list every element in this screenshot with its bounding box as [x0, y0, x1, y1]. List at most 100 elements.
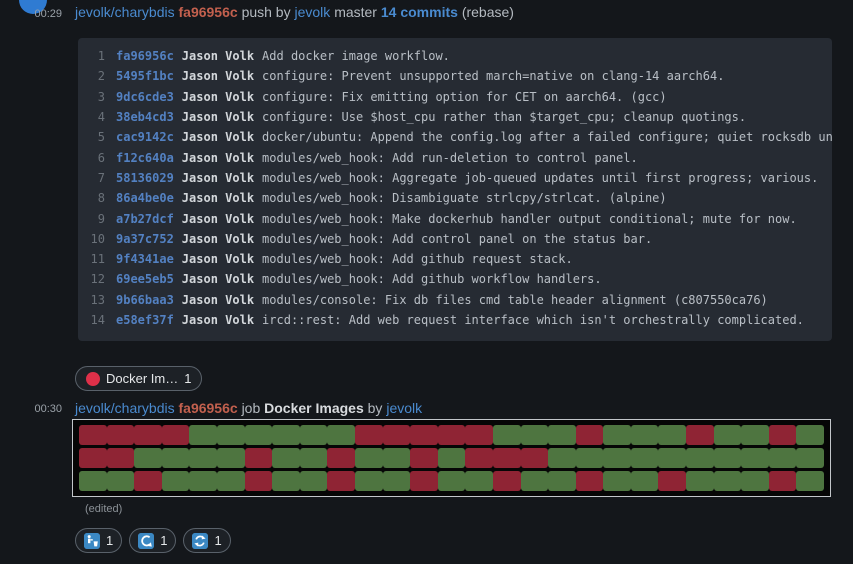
commit-list[interactable]: 1 fa96956c Jason Volk Add docker image work… [78, 38, 832, 341]
job-cell-passed [272, 425, 300, 445]
job-cell-passed [272, 471, 300, 491]
chat-timeline: 00:29 jevolk/charybdis fa96956c push by … [0, 0, 853, 564]
reaction-label: Docker Im… [106, 371, 178, 386]
repo-link[interactable]: jevolk/charybdis [75, 4, 175, 20]
commit-hash-link[interactable]: fa96956c [179, 4, 238, 20]
job-cell-failed [134, 471, 162, 491]
job-cell-passed [796, 448, 824, 468]
user-link[interactable]: jevolk [295, 4, 331, 20]
job-cell-passed [631, 448, 659, 468]
commit-author: Jason Volk [182, 130, 254, 144]
job-cell-passed [493, 425, 521, 445]
commit-message: modules/web_hook: Disambiguate strlcpy/s… [262, 191, 667, 205]
commit-hash-link[interactable]: 9a37c752 [116, 232, 174, 246]
commit-hash-link[interactable]: 5495f1bc [116, 69, 174, 83]
reaction-count: 1 [184, 371, 191, 386]
job-cell-failed [493, 471, 521, 491]
job-cell-passed [796, 425, 824, 445]
job-cell-passed [603, 448, 631, 468]
job-cell-passed [300, 425, 328, 445]
job-cell-passed [300, 448, 328, 468]
job-message-header: jevolk/charybdis fa96956c job Docker Ima… [75, 400, 422, 416]
job-cell-failed [576, 425, 604, 445]
rebase-label: (rebase) [462, 4, 514, 20]
job-cell-passed [686, 448, 714, 468]
reaction-litter[interactable]: 1 [75, 528, 122, 553]
commit-hash-link[interactable]: 58136029 [116, 171, 174, 185]
line-number: 2 [90, 69, 105, 83]
commit-hash-link[interactable]: cac9142c [116, 130, 174, 144]
job-cell-passed [658, 425, 686, 445]
commit-hash-link[interactable]: 9b66baa3 [116, 293, 174, 307]
commit-hash-link[interactable]: f12c640a [116, 151, 174, 165]
commit-line: 139b66baa3Jason Volkmodules/console: Fix… [90, 290, 832, 310]
commit-author: Jason Volk [182, 313, 254, 327]
line-number: 10 [90, 232, 105, 246]
line-number: 5 [90, 130, 105, 144]
commit-hash-link[interactable]: 9f4341ae [116, 252, 174, 266]
job-cell-failed [107, 425, 135, 445]
job-cell-passed [217, 471, 245, 491]
commit-line: 109a37c752Jason Volkmodules/web_hook: Ad… [90, 229, 832, 249]
commit-message: modules/web_hook: Add control panel on t… [262, 232, 652, 246]
job-cell-passed [355, 448, 383, 468]
job-cell-failed [327, 471, 355, 491]
job-cell-passed [217, 448, 245, 468]
reaction-docker-images[interactable]: Docker Im… 1 [75, 366, 202, 391]
job-cell-passed [741, 448, 769, 468]
commit-hash-link[interactable]: e58ef37f [116, 313, 174, 327]
commit-message: Add docker image workflow. [262, 49, 450, 63]
commit-author: Jason Volk [182, 110, 254, 124]
job-cell-passed [603, 425, 631, 445]
job-cell-failed [410, 425, 438, 445]
commit-line: 438eb4cd3Jason Volkconfigure: Use $host_… [90, 107, 832, 127]
commit-message: configure: Fix emitting option for CET o… [262, 90, 667, 104]
user-link[interactable]: jevolk [386, 400, 422, 416]
reaction-count: 1 [214, 533, 221, 548]
commits-count-link[interactable]: 14 commits [381, 4, 458, 20]
job-cell-failed [576, 471, 604, 491]
job-cell-passed [548, 425, 576, 445]
commit-hash-link[interactable]: 38eb4cd3 [116, 110, 174, 124]
commit-hash-link[interactable]: 86a4be0e [116, 191, 174, 205]
red-circle-icon [86, 372, 100, 386]
job-cell-passed [272, 448, 300, 468]
line-number: 3 [90, 90, 105, 104]
commit-message: configure: Prevent unsupported march=nat… [262, 69, 724, 83]
commit-hash-link[interactable]: 9dc6cde3 [116, 90, 174, 104]
job-name: Docker Images [264, 400, 364, 416]
commit-line: 758136029Jason Volkmodules/web_hook: Agg… [90, 168, 832, 188]
job-cell-passed [631, 425, 659, 445]
job-cell-passed [383, 448, 411, 468]
commit-hash-link[interactable]: fa96956c [116, 49, 174, 63]
job-grid-row [79, 425, 824, 445]
commit-hash-link[interactable]: fa96956c [179, 400, 238, 416]
commit-hash-link[interactable]: 69ee5eb5 [116, 272, 174, 286]
line-number: 13 [90, 293, 105, 307]
commit-hash-link[interactable]: a7b27dcf [116, 212, 174, 226]
job-cell-passed [548, 471, 576, 491]
commit-message: modules/web_hook: Add github request sta… [262, 252, 573, 266]
job-cell-passed [162, 448, 190, 468]
reaction-undo[interactable]: 1 [129, 528, 176, 553]
job-cell-passed [245, 425, 273, 445]
job-cell-passed [658, 448, 686, 468]
edited-label: (edited) [85, 503, 122, 515]
reaction-refresh[interactable]: 1 [183, 528, 230, 553]
job-cell-passed [300, 471, 328, 491]
line-number: 9 [90, 212, 105, 226]
job-cell-passed [217, 425, 245, 445]
job-cell-passed [189, 425, 217, 445]
line-number: 1 [90, 49, 105, 63]
repo-link[interactable]: jevolk/charybdis [75, 400, 175, 416]
commit-author: Jason Volk [182, 293, 254, 307]
push-message-header: jevolk/charybdis fa96956c push by jevolk… [75, 4, 514, 20]
commit-message: modules/web_hook: Add github workflow ha… [262, 272, 602, 286]
line-number: 12 [90, 272, 105, 286]
job-cell-failed [465, 425, 493, 445]
job-cell-failed [521, 448, 549, 468]
commit-line: 1269ee5eb5Jason Volkmodules/web_hook: Ad… [90, 269, 832, 289]
job-cell-passed [548, 448, 576, 468]
commit-author: Jason Volk [182, 90, 254, 104]
job-cell-passed [189, 471, 217, 491]
